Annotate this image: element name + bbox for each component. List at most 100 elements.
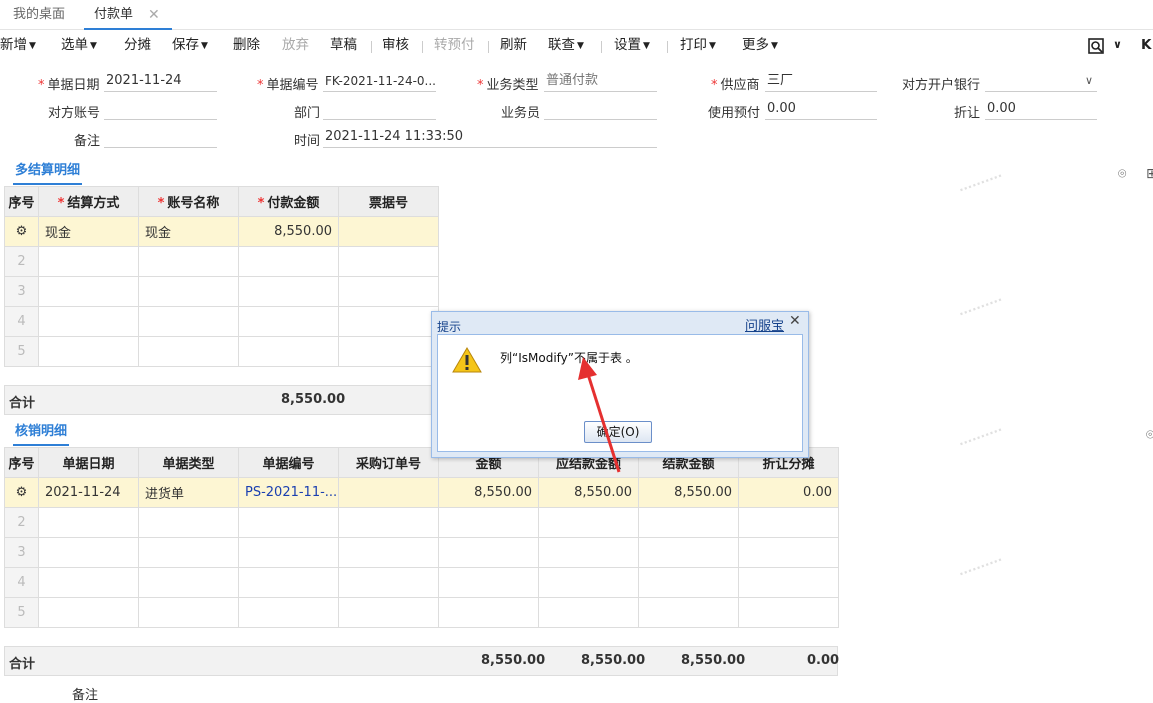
table-cell[interactable]: 8,550.00 [538, 477, 639, 508]
table-cell[interactable] [538, 567, 639, 598]
table-cell[interactable]: 现金 [138, 216, 239, 247]
table-cell[interactable] [538, 507, 639, 538]
collapse-icon[interactable]: K [1141, 31, 1151, 61]
location-pin-icon[interactable]: ⌾ [1118, 166, 1126, 182]
table-cell[interactable] [138, 306, 239, 337]
table-cell[interactable] [38, 306, 139, 337]
table-cell[interactable] [438, 567, 539, 598]
dept-field[interactable] [323, 98, 436, 120]
table-cell[interactable] [338, 567, 439, 598]
table-cell[interactable] [638, 537, 739, 568]
table-cell[interactable] [38, 597, 139, 628]
table-row[interactable]: 2 [4, 507, 839, 538]
table-cell[interactable] [138, 336, 239, 367]
table-cell[interactable] [438, 507, 539, 538]
close-icon[interactable]: ✕ [789, 313, 801, 329]
link-query-button[interactable]: 联查 ▼ [548, 31, 584, 61]
location-pin-icon[interactable]: ⌾ [1146, 427, 1153, 443]
table-cell[interactable] [738, 567, 839, 598]
table-cell[interactable] [638, 597, 739, 628]
table-cell[interactable] [38, 276, 139, 307]
table-cell[interactable] [338, 336, 439, 367]
table-cell[interactable] [538, 537, 639, 568]
staff-field[interactable] [544, 98, 657, 120]
add-button[interactable]: 新增 ▼ [0, 31, 36, 61]
biztype-field[interactable]: 普通付款 [544, 70, 657, 92]
table-cell[interactable] [38, 567, 139, 598]
verify-section-title[interactable]: 核销明细 [13, 420, 70, 446]
table-cell[interactable] [438, 537, 539, 568]
table-cell[interactable] [238, 567, 339, 598]
select-button[interactable]: 选单 ▼ [61, 31, 97, 61]
bill-no-link[interactable]: PS-2021-11-... [238, 477, 339, 508]
draft-button[interactable]: 草稿 [330, 31, 357, 61]
remark-field[interactable] [104, 126, 217, 148]
table-cell[interactable] [338, 246, 439, 277]
chevron-down-icon[interactable]: ∨ [1113, 31, 1122, 61]
table-cell[interactable] [38, 507, 139, 538]
table-cell[interactable] [338, 537, 439, 568]
table-cell[interactable] [738, 537, 839, 568]
table-row[interactable]: 3 [4, 276, 439, 307]
table-cell[interactable] [338, 477, 439, 508]
tab-my-desktop[interactable]: 我的桌面 [13, 0, 65, 30]
table-cell[interactable]: 0.00 [738, 477, 839, 508]
table-cell[interactable] [738, 507, 839, 538]
row-settings-icon[interactable]: ⚙ [4, 477, 39, 508]
table-cell[interactable] [338, 276, 439, 307]
bank-select[interactable]: ∨ [985, 70, 1097, 92]
table-cell[interactable]: 2021-11-24 [38, 477, 139, 508]
table-cell[interactable] [238, 246, 339, 277]
table-cell[interactable]: 现金 [38, 216, 139, 247]
table-row[interactable]: 5 [4, 336, 439, 367]
bill-no-field[interactable]: FK-2021-11-24-0... [323, 70, 436, 92]
table-row[interactable]: 3 [4, 537, 839, 568]
table-cell[interactable] [238, 276, 339, 307]
date-field[interactable]: 2021-11-24 [104, 70, 217, 92]
settings-button[interactable]: 设置 ▼ [614, 31, 650, 61]
table-cell[interactable]: 8,550.00 [638, 477, 739, 508]
table-cell[interactable] [138, 567, 239, 598]
table-cell[interactable] [138, 597, 239, 628]
table-cell[interactable] [438, 597, 539, 628]
to-prepay-button[interactable]: 转预付 [434, 31, 475, 61]
table-cell[interactable] [138, 507, 239, 538]
audit-button[interactable]: 审核 [382, 31, 409, 61]
table-cell[interactable]: 8,550.00 [238, 216, 339, 247]
table-cell[interactable] [138, 537, 239, 568]
table-cell[interactable] [238, 597, 339, 628]
table-cell[interactable] [638, 567, 739, 598]
dialog-help-link[interactable]: 问服宝 [745, 315, 784, 334]
table-cell[interactable] [238, 306, 339, 337]
table-row[interactable]: 2 [4, 246, 439, 277]
table-cell[interactable] [138, 246, 239, 277]
search-zoom-icon[interactable] [1087, 37, 1105, 55]
account-field[interactable] [104, 98, 217, 120]
close-icon[interactable]: ✕ [148, 0, 160, 30]
discard-button[interactable]: 放弃 [282, 31, 309, 61]
table-row[interactable]: ⚙ 2021-11-24 进货单 PS-2021-11-... 8,550.00… [4, 477, 839, 508]
table-row[interactable]: 4 [4, 306, 439, 337]
table-row[interactable]: 4 [4, 567, 839, 598]
table-cell[interactable] [338, 597, 439, 628]
save-button[interactable]: 保存 ▼ [172, 31, 208, 61]
table-cell[interactable] [638, 507, 739, 538]
table-cell[interactable] [138, 276, 239, 307]
print-button[interactable]: 打印 ▼ [680, 31, 716, 61]
tab-payment-order[interactable]: 付款单 ✕ [84, 0, 172, 30]
table-cell[interactable] [238, 336, 339, 367]
table-cell[interactable] [38, 336, 139, 367]
table-cell[interactable]: 进货单 [138, 477, 239, 508]
refresh-button[interactable]: 刷新 [500, 31, 527, 61]
settle-section-title[interactable]: 多结算明细 [13, 159, 83, 185]
table-row[interactable]: 5 [4, 597, 839, 628]
table-cell[interactable] [738, 597, 839, 628]
allocate-button[interactable]: 分摊 [124, 31, 151, 61]
panel-icon[interactable]: ⊞ [1146, 166, 1153, 182]
table-cell[interactable] [338, 216, 439, 247]
delete-button[interactable]: 删除 [233, 31, 260, 61]
table-cell[interactable]: 8,550.00 [438, 477, 539, 508]
table-cell[interactable] [38, 246, 139, 277]
time-field[interactable]: 2021-11-24 11:33:50 [323, 126, 657, 148]
discount-field[interactable]: 0.00 [985, 98, 1097, 120]
